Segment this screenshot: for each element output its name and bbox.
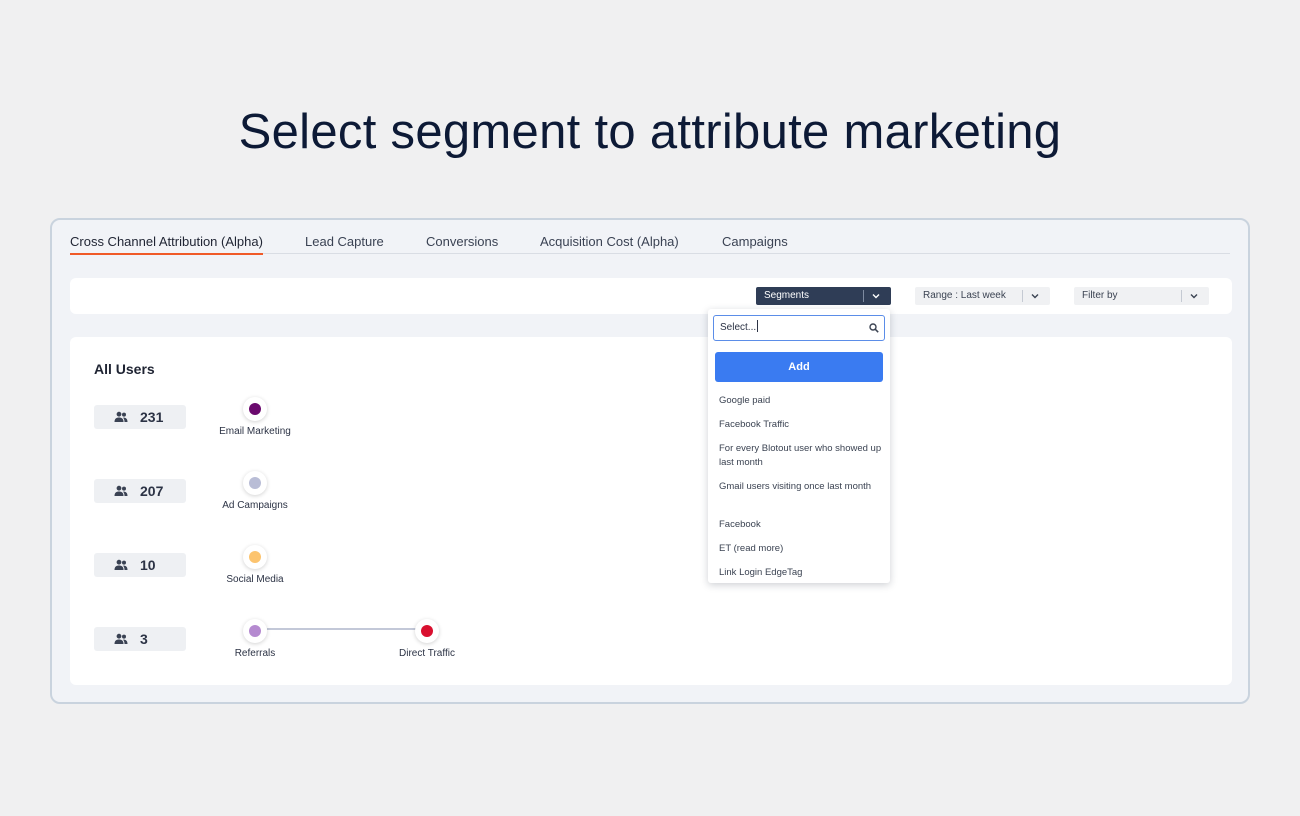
text-caret: [757, 320, 759, 332]
channel-label: Email Marketing: [219, 426, 291, 437]
user-count-badge: 3: [94, 627, 186, 651]
select-divider: [863, 290, 864, 302]
channel-label: Direct Traffic: [399, 648, 455, 659]
page: Select segment to attribute marketing Cr…: [0, 0, 1300, 816]
filter-by-select[interactable]: Filter by: [1074, 287, 1209, 305]
users-icon: [114, 485, 128, 496]
segment-option[interactable]: For every Blotout user who showed up las…: [719, 442, 883, 469]
page-headline: Select segment to attribute marketing: [238, 105, 1062, 159]
user-count: 231: [140, 409, 164, 425]
user-count: 10: [140, 557, 156, 573]
tab-campaigns[interactable]: Campaigns: [722, 234, 788, 253]
channel-dot: [249, 625, 261, 637]
channel-node[interactable]: [243, 545, 267, 569]
chevron-down-icon: [1028, 287, 1042, 312]
tab-bar: Cross Channel Attribution (Alpha) Lead C…: [70, 232, 1230, 255]
user-count-badge: 231: [94, 405, 186, 429]
segment-search-value: Select...: [720, 322, 757, 333]
select-divider: [1022, 290, 1023, 302]
channel-node[interactable]: [243, 397, 267, 421]
panel-title: All Users: [94, 361, 155, 377]
users-icon: [114, 559, 128, 570]
tab-acquisition-cost[interactable]: Acquisition Cost (Alpha): [540, 234, 679, 253]
channel-label: Referrals: [234, 648, 276, 659]
segments-select[interactable]: Segments: [756, 287, 891, 305]
range-select[interactable]: Range : Last week: [915, 287, 1050, 305]
segments-select-label: Segments: [764, 290, 810, 301]
segment-option[interactable]: ET (read more): [719, 542, 883, 556]
tab-lead-capture[interactable]: Lead Capture: [305, 234, 384, 253]
channel-dot: [421, 625, 433, 637]
user-count: 207: [140, 483, 164, 499]
channel-dot: [249, 551, 261, 563]
users-icon: [114, 411, 128, 422]
chevron-down-icon: [1187, 287, 1201, 312]
attribution-panel: All Users 231 Email Marketing 207 Ad Cam…: [70, 337, 1232, 685]
channel-dot: [249, 403, 261, 415]
path-connector: [267, 628, 416, 630]
segment-search-input[interactable]: Select...: [713, 315, 885, 341]
segment-option[interactable]: Google paid: [719, 394, 883, 408]
channel-node[interactable]: [415, 619, 439, 643]
filter-by-select-label: Filter by: [1082, 290, 1118, 301]
channel-node[interactable]: [243, 471, 267, 495]
segments-dropdown: Select... Add Google paid Facebook Traff…: [708, 309, 890, 583]
channel-node[interactable]: [243, 619, 267, 643]
select-divider: [1181, 290, 1182, 302]
app-window: Cross Channel Attribution (Alpha) Lead C…: [50, 218, 1250, 704]
channel-label: Social Media: [226, 574, 284, 585]
segment-option[interactable]: Facebook: [719, 518, 883, 532]
tab-cross-channel-attribution[interactable]: Cross Channel Attribution (Alpha): [70, 234, 263, 255]
search-icon: [869, 323, 879, 333]
filter-toolbar: Segments Range : Last week Filter by: [70, 278, 1232, 314]
user-count: 3: [140, 631, 148, 647]
add-segment-button[interactable]: Add: [715, 352, 883, 382]
segment-option[interactable]: Gmail users visiting once last month: [719, 480, 883, 494]
segment-option[interactable]: Facebook Traffic: [719, 418, 883, 432]
range-select-label: Range : Last week: [923, 290, 1006, 301]
channel-label: Ad Campaigns: [222, 500, 288, 511]
users-icon: [114, 633, 128, 644]
channel-dot: [249, 477, 261, 489]
tab-conversions[interactable]: Conversions: [426, 234, 498, 253]
segment-option[interactable]: Link Login EdgeTag: [719, 566, 883, 580]
user-count-badge: 10: [94, 553, 186, 577]
user-count-badge: 207: [94, 479, 186, 503]
